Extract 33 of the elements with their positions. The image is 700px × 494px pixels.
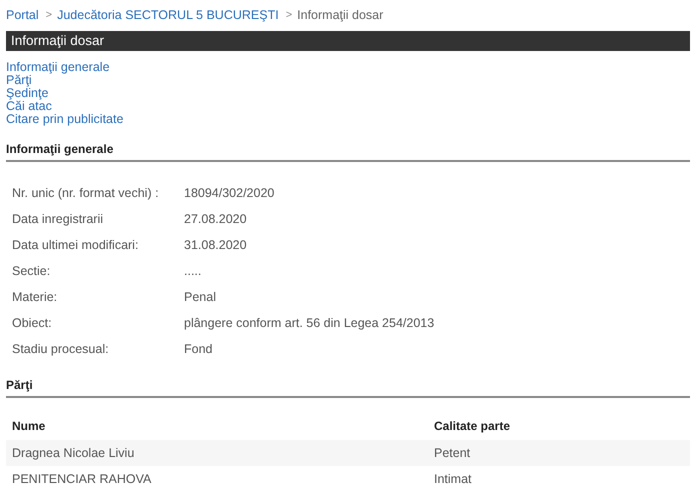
section-heading: Părţi	[6, 362, 690, 398]
section-link[interactable]: Citare prin publicitate	[6, 113, 124, 126]
page-title: Informaţii dosar	[6, 31, 690, 51]
field-value: Fond	[183, 341, 214, 358]
field-value: 31.08.2020	[183, 237, 248, 254]
column-header: Calitate parte	[428, 412, 690, 440]
field-value: plângere conform art. 56 din Legea 254/2013	[183, 315, 434, 332]
field-label: Obiect:	[11, 315, 53, 332]
field-label: Stadiu procesual:	[11, 341, 110, 358]
table-cell: Intimat	[428, 466, 690, 492]
section-link[interactable]: Părţi	[6, 74, 32, 87]
table-cell: Petent	[428, 440, 690, 466]
section-link[interactable]: Şedinţe	[6, 87, 48, 100]
breadcrumb-link[interactable]: Portal	[6, 8, 39, 23]
breadcrumb-link[interactable]: Judecătoria SECTORUL 5 BUCUREŞTI	[57, 8, 279, 23]
field-label: Data ultimei modificari:	[11, 237, 140, 254]
breadcrumb-current: Informaţii dosar	[297, 8, 384, 23]
section-link[interactable]: Căi atac	[6, 100, 52, 113]
field-value: Penal	[183, 289, 217, 306]
field-value: .....	[183, 263, 202, 280]
field-label: Nr. unic (nr. format vechi) :	[11, 185, 160, 202]
field-label: Data inregistrarii	[11, 211, 104, 228]
table-cell: Dragnea Nicolae Liviu	[6, 440, 428, 466]
field-label: Sectie:	[11, 263, 52, 280]
breadcrumb-separator: >	[46, 8, 52, 23]
column-header: Nume	[6, 412, 428, 440]
table-cell: PENITENCIAR RAHOVA	[6, 466, 428, 492]
breadcrumb-separator: >	[286, 8, 292, 23]
section-link[interactable]: Informaţii generale	[6, 61, 110, 74]
field-label: Materie:	[11, 289, 58, 306]
field-value: 18094/302/2020	[183, 185, 276, 202]
field-value: 27.08.2020	[183, 211, 248, 228]
section-heading: Informaţii generale	[6, 126, 690, 162]
